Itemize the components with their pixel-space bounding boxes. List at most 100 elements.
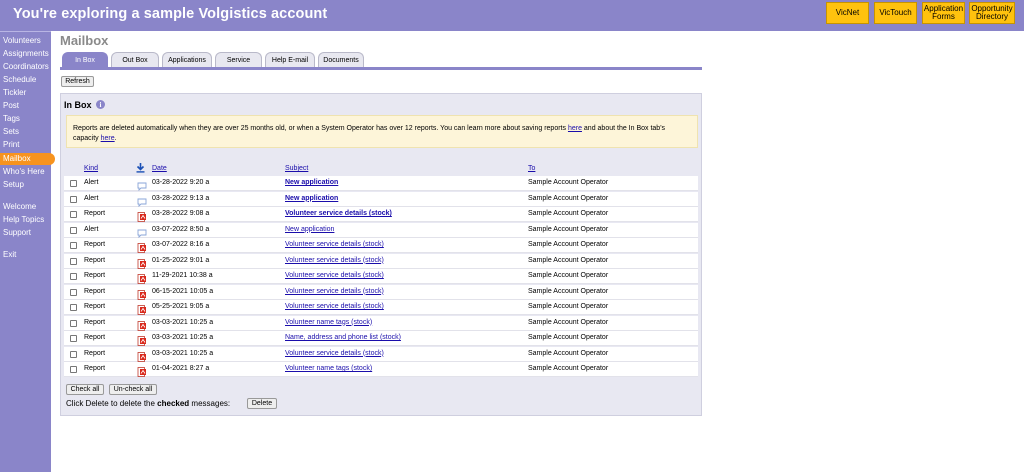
row-checkbox[interactable] (70, 195, 77, 203)
uncheck-all-button[interactable]: Un-check all (109, 384, 157, 395)
row-subject-link[interactable]: Volunteer service details (stock) (285, 210, 392, 217)
row-subject-link[interactable]: New application (285, 226, 334, 233)
message-row[interactable]: Report 03-03-2021 10:25 a Name, address an… (64, 331, 698, 346)
pdf-icon[interactable] (137, 287, 147, 300)
row-subject-link[interactable]: New application (285, 195, 338, 202)
pdf-icon[interactable] (137, 302, 147, 315)
pdf-icon[interactable] (137, 364, 147, 377)
tab-help-email[interactable]: Help E-mail (265, 52, 315, 68)
sidebar-item-print[interactable]: Print (3, 140, 19, 149)
row-checkbox[interactable] (70, 288, 77, 296)
download-icon[interactable] (136, 163, 145, 173)
message-row[interactable]: Alert 03-28-2022 9:13 a New application Sam… (64, 191, 698, 207)
delete-checked-word: checked (157, 399, 190, 408)
sidebar-item-volunteers[interactable]: Volunteers (3, 36, 41, 45)
message-icon[interactable] (137, 178, 147, 192)
message-icon[interactable] (137, 225, 147, 238)
row-date: 03-28-2022 9:13 a (152, 194, 210, 202)
row-checkbox[interactable] (70, 273, 77, 280)
row-checkbox[interactable] (70, 319, 77, 327)
pdf-icon[interactable] (137, 333, 147, 346)
row-checkbox[interactable] (70, 226, 77, 234)
page-title: Mailbox (60, 33, 109, 48)
column-header-subject[interactable]: Subject (285, 165, 308, 172)
pdf-icon[interactable] (137, 240, 147, 253)
info-icon[interactable]: i (96, 100, 105, 109)
sidebar-item-sets[interactable]: Sets (3, 127, 19, 136)
message-row[interactable]: Report 03-28-2022 9:08 a Volunteer service… (64, 207, 698, 222)
row-subject-link[interactable]: Volunteer name tags (stock) (285, 365, 372, 372)
row-kind: Report (84, 272, 106, 279)
application-forms-button[interactable]: Application Forms (922, 2, 965, 24)
row-checkbox[interactable] (70, 257, 77, 265)
message-row[interactable]: Report 01-25-2022 9:01 a Volunteer service… (64, 253, 698, 269)
sidebar-item-post[interactable]: Post (3, 101, 19, 110)
sidebar-item-welcome[interactable]: Welcome (3, 202, 36, 211)
opportunity-directory-button[interactable]: Opportunity Directory (969, 2, 1015, 24)
message-row[interactable]: Report 03-03-2021 10:25 a Volunteer servic… (64, 346, 698, 362)
sidebar-item-tags[interactable]: Tags (3, 114, 20, 123)
row-checkbox[interactable] (70, 211, 77, 218)
message-row[interactable]: Report 03-07-2022 8:16 a Volunteer service… (64, 238, 698, 253)
tab-applications[interactable]: Applications (162, 52, 212, 68)
sidebar-item-schedule[interactable]: Schedule (3, 75, 36, 84)
row-checkbox[interactable] (70, 366, 77, 373)
row-subject-link[interactable]: Volunteer service details (stock) (285, 288, 384, 295)
sidebar-item-help-topics[interactable]: Help Topics (3, 215, 44, 224)
row-recipient: Sample Account Operator (528, 365, 609, 372)
message-row[interactable]: Report 06-15-2021 10:05 a Volunteer servic… (64, 284, 698, 300)
message-row[interactable]: Alert 03-07-2022 8:50 a New application Sam… (64, 222, 698, 238)
tab-out-box[interactable]: Out Box (111, 52, 159, 68)
row-checkbox[interactable] (70, 242, 77, 249)
row-checkbox[interactable] (70, 350, 77, 358)
vicnet-button[interactable]: VicNet (826, 2, 869, 24)
row-recipient: Sample Account Operator (528, 179, 609, 186)
column-header-to[interactable]: To (528, 165, 535, 172)
row-checkbox[interactable] (70, 335, 77, 342)
row-subject-link[interactable]: Volunteer service details (stock) (285, 272, 384, 279)
delete-button[interactable]: Delete (247, 398, 277, 409)
notice-link-capacity[interactable]: here (101, 135, 115, 142)
row-subject-link[interactable]: Volunteer service details (stock) (285, 350, 384, 357)
sidebar-item-whos-here[interactable]: Who's Here (3, 167, 45, 176)
message-row[interactable]: Report 03-03-2021 10:25 a Volunteer name t… (64, 315, 698, 331)
row-subject-link[interactable]: Name, address and phone list (stock) (285, 334, 401, 341)
tab-in-box[interactable]: In Box (62, 52, 108, 68)
sidebar-item-exit[interactable]: Exit (3, 250, 16, 259)
row-checkbox[interactable] (70, 180, 77, 187)
notice-link-saving-reports[interactable]: here (568, 125, 582, 132)
column-header-date[interactable]: Date (152, 165, 167, 172)
column-header-kind[interactable]: Kind (84, 165, 98, 172)
inbox-panel: In Box i Reports are deleted automatical… (60, 93, 702, 416)
message-row[interactable]: Report 01-04-2021 8:27 a Volunteer name ta… (64, 362, 698, 377)
pdf-icon[interactable] (137, 256, 147, 269)
sidebar-item-mailbox[interactable]: Mailbox (0, 153, 55, 165)
row-subject-link[interactable]: Volunteer service details (stock) (285, 241, 384, 248)
row-kind: Report (84, 210, 106, 217)
message-icon[interactable] (137, 194, 147, 207)
message-row[interactable]: Alert 03-28-2022 9:20 a New application Sam… (64, 176, 698, 192)
row-subject-link[interactable]: Volunteer name tags (stock) (285, 319, 372, 326)
row-subject-link[interactable]: Volunteer service details (stock) (285, 257, 384, 264)
tab-documents[interactable]: Documents (318, 52, 364, 68)
sidebar-item-coordinators[interactable]: Coordinators (3, 62, 49, 71)
sidebar-item-assignments[interactable]: Assignments (3, 49, 49, 58)
message-row[interactable]: Report 11-29-2021 10:38 a Volunteer servic… (64, 269, 698, 284)
pdf-icon[interactable] (137, 349, 147, 362)
check-all-button[interactable]: Check all (66, 384, 104, 395)
sidebar-item-tickler[interactable]: Tickler (3, 88, 26, 97)
refresh-button[interactable]: Refresh (61, 76, 94, 87)
victouch-button[interactable]: VicTouch (874, 2, 917, 24)
notice-text-1: Reports are deleted automatically when t… (73, 125, 568, 132)
sidebar-item-setup[interactable]: Setup (3, 180, 24, 189)
row-checkbox[interactable] (70, 304, 77, 311)
sidebar-item-support[interactable]: Support (3, 228, 31, 237)
row-subject-link[interactable]: New application (285, 179, 338, 186)
row-subject-link[interactable]: Volunteer service details (stock) (285, 303, 384, 310)
pdf-icon[interactable] (137, 318, 147, 331)
row-date: 01-04-2021 8:27 a (152, 365, 210, 372)
message-row[interactable]: Report 05-25-2021 9:05 a Volunteer service… (64, 300, 698, 315)
tab-service[interactable]: Service (215, 52, 262, 68)
pdf-icon[interactable] (137, 271, 147, 284)
pdf-icon[interactable] (137, 209, 147, 222)
